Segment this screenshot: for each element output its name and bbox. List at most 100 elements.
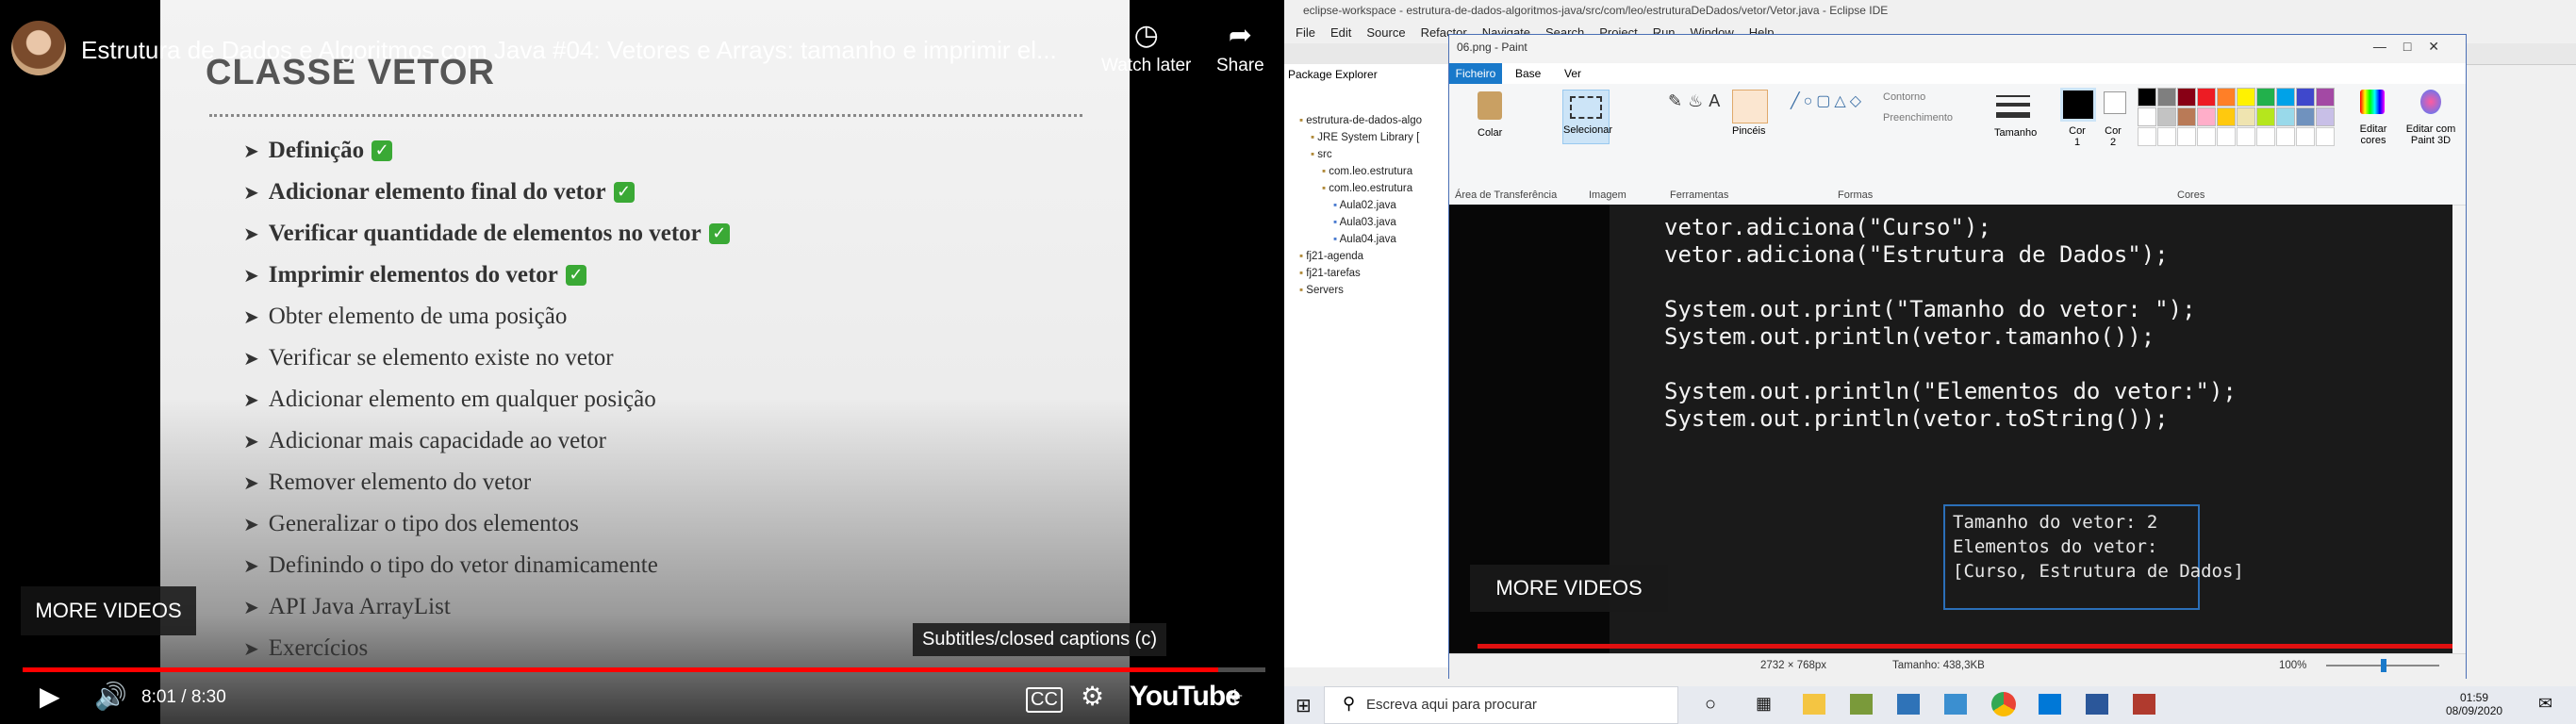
menu-item[interactable]: Edit: [1330, 25, 1351, 40]
palette-swatch[interactable]: [2296, 88, 2315, 107]
progress-bar[interactable]: [23, 667, 1265, 672]
volume-icon[interactable]: 🔊: [94, 681, 127, 712]
selection-icon: [1570, 96, 1602, 119]
color1-swatch[interactable]: [2060, 88, 2096, 122]
size-button[interactable]: Tamanho: [1994, 127, 2037, 139]
tree-item[interactable]: ▪ Aula03.java: [1333, 217, 1396, 228]
settings-icon[interactable]: ⚙: [1081, 681, 1104, 712]
tree-item[interactable]: ▪ JRE System Library [: [1311, 132, 1419, 143]
palette-swatch[interactable]: [2237, 107, 2255, 126]
play-icon[interactable]: ▶: [40, 681, 60, 712]
paste-button[interactable]: Colar: [1478, 127, 1502, 139]
word-icon[interactable]: [2086, 694, 2108, 715]
tree-item[interactable]: ▪ fj21-agenda: [1299, 251, 1363, 262]
tree-item[interactable]: ▪ estrutura-de-dados-algo: [1299, 115, 1422, 126]
exit-fullscreen-icon[interactable]: ⌖: [1228, 681, 1243, 712]
palette-swatch[interactable]: [2138, 107, 2156, 126]
tree-item[interactable]: ▪ com.leo.estrutura: [1322, 183, 1412, 194]
window-controls[interactable]: —□✕: [2373, 39, 2456, 55]
paint-icon[interactable]: [2133, 694, 2155, 715]
share-button[interactable]: ➦ Share: [1216, 19, 1264, 76]
file-explorer-icon[interactable]: [1803, 694, 1825, 715]
captions-icon[interactable]: CC: [1026, 687, 1063, 713]
tools-icons[interactable]: ✎♨A: [1668, 91, 1726, 111]
taskbar-search[interactable]: Escreva aqui para procurar: [1324, 686, 1678, 724]
tab-base[interactable]: Base: [1515, 67, 1541, 80]
tab-ficheiro[interactable]: Ficheiro: [1449, 63, 1502, 84]
tree-item[interactable]: ▪ Aula04.java: [1333, 234, 1396, 245]
channel-avatar[interactable]: [11, 21, 66, 75]
cortana-icon[interactable]: ○: [1705, 694, 1716, 716]
topic-item: ➤ Verificar se elemento existe no vetor: [243, 345, 614, 371]
edit-colors-icon[interactable]: [2360, 90, 2385, 114]
empty-swatch[interactable]: [2197, 127, 2216, 146]
palette-swatch[interactable]: [2138, 88, 2156, 107]
empty-swatch[interactable]: [2217, 127, 2236, 146]
palette-swatch[interactable]: [2177, 88, 2196, 107]
color2-swatch[interactable]: [2104, 91, 2126, 114]
tree-item[interactable]: ▪ Aula02.java: [1333, 200, 1396, 211]
palette-swatch[interactable]: [2177, 107, 2196, 126]
size-icon[interactable]: [1994, 90, 2032, 127]
fill-button[interactable]: Preenchimento: [1883, 112, 1953, 123]
windows-start-icon[interactable]: ⊞: [1296, 694, 1312, 717]
package-explorer-tab[interactable]: Package Explorer: [1288, 68, 1378, 81]
menu-item[interactable]: File: [1296, 25, 1315, 40]
select-button[interactable]: Selecionar: [1562, 90, 1612, 144]
zoom-slider[interactable]: [2326, 659, 2439, 672]
tab-ver[interactable]: Ver: [1564, 67, 1581, 80]
palette-swatch[interactable]: [2276, 107, 2295, 126]
tree-item[interactable]: ▪ com.leo.estrutura: [1322, 166, 1412, 177]
video-player[interactable]: CLASSE VETOR ➤ Definição ✓ ➤ Adicionar eleme…: [0, 0, 1284, 724]
palette-swatch[interactable]: [2197, 107, 2216, 126]
palette-swatch[interactable]: [2197, 88, 2216, 107]
chrome-icon[interactable]: [1991, 692, 2016, 716]
palette-swatch[interactable]: [2296, 107, 2315, 126]
paint3d-icon[interactable]: [2420, 90, 2441, 114]
palette-swatch[interactable]: [2157, 88, 2176, 107]
tree-item[interactable]: ▪ src: [1311, 149, 1332, 160]
empty-swatch[interactable]: [2138, 127, 2156, 146]
app-icon[interactable]: [1850, 694, 1873, 715]
empty-swatch[interactable]: [2296, 127, 2315, 146]
empty-swatch[interactable]: [2177, 127, 2196, 146]
palette-swatch[interactable]: [2316, 107, 2335, 126]
palette-swatch[interactable]: [2217, 107, 2236, 126]
paint3d-button[interactable]: Editar com Paint 3D: [2402, 123, 2460, 146]
clipboard-icon[interactable]: [1478, 91, 1502, 120]
edit-colors-button[interactable]: Editar cores: [2353, 123, 2394, 146]
vscode-icon[interactable]: [2039, 694, 2061, 715]
calculator-icon[interactable]: [1897, 694, 1920, 715]
tree-item[interactable]: ▪ Servers: [1299, 285, 1344, 296]
clock[interactable]: 01:59 08/09/2020: [2446, 691, 2502, 717]
paint-canvas[interactable]: vetor.adiciona("Curso"); vetor.adiciona("…: [1449, 205, 2452, 653]
palette-swatch[interactable]: [2256, 107, 2275, 126]
palette-swatch[interactable]: [2237, 88, 2255, 107]
more-videos-button[interactable]: MORE VIDEOS: [21, 586, 196, 635]
palette-swatch[interactable]: [2316, 88, 2335, 107]
palette-swatch[interactable]: [2217, 88, 2236, 107]
brushes-icon[interactable]: [1732, 90, 1768, 123]
empty-swatch[interactable]: [2276, 127, 2295, 146]
empty-swatch[interactable]: [2316, 127, 2335, 146]
brushes-button[interactable]: Pincéis: [1732, 125, 1765, 137]
palette-swatch[interactable]: [2276, 88, 2295, 107]
palette-swatch[interactable]: [2157, 107, 2176, 126]
video-title[interactable]: Estrutura de Dados e Algoritmos com Java…: [81, 36, 1057, 65]
notifications-icon[interactable]: ✉: [2538, 694, 2552, 714]
youtube-logo[interactable]: YouTube: [1130, 681, 1241, 713]
app-icon[interactable]: [1944, 694, 1967, 715]
empty-swatch[interactable]: [2237, 127, 2255, 146]
menu-item[interactable]: Source: [1366, 25, 1405, 40]
group-image: Imagem: [1589, 189, 1627, 201]
slide-divider: [209, 114, 1082, 117]
outline-button[interactable]: Contorno: [1883, 91, 1925, 103]
palette-swatch[interactable]: [2256, 88, 2275, 107]
more-videos-overlay[interactable]: MORE VIDEOS: [1470, 565, 1668, 612]
empty-swatch[interactable]: [2157, 127, 2176, 146]
empty-swatch[interactable]: [2256, 127, 2275, 146]
watch-later-button[interactable]: ◷ Watch later: [1101, 19, 1191, 76]
tree-item[interactable]: ▪ fj21-tarefas: [1299, 268, 1361, 279]
shapes-gallery[interactable]: ╱○▢△◇: [1791, 91, 1865, 110]
task-view-icon[interactable]: ▦: [1756, 694, 1772, 714]
